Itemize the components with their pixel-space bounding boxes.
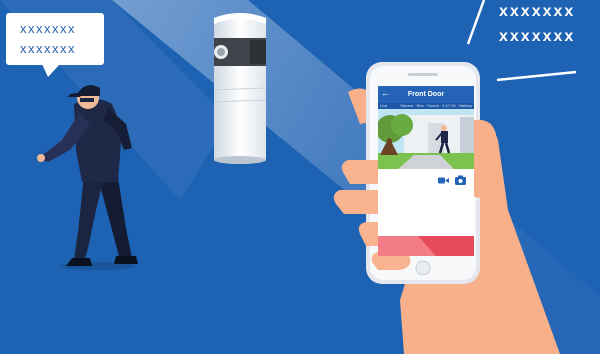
alert-bar[interactable]: [378, 236, 474, 256]
speech-bubble-line-2: xxxxxxx: [20, 41, 76, 56]
app-header: ← Front Door: [378, 86, 474, 103]
scene: xxxxxxx xxxxxxx xxxxxxx xxxxxxx ← Front …: [0, 0, 600, 354]
corner-text-line-1: xxxxxxx: [499, 3, 576, 20]
motion-sensor-device: [213, 13, 267, 164]
video-camera-icon[interactable]: [438, 172, 449, 190]
corner-underline: [496, 70, 577, 82]
corner-slash: [466, 0, 486, 45]
speech-bubble-line-1: xxxxxxx: [20, 21, 76, 36]
speech-bubble: xxxxxxx xxxxxxx: [6, 13, 104, 77]
corner-text-line-2: xxxxxxx: [499, 28, 576, 45]
app-title: Front Door: [407, 91, 445, 98]
camera-controls: [378, 169, 474, 185]
camera-feed[interactable]: [378, 109, 474, 169]
camera-icon[interactable]: [455, 172, 466, 190]
phone-screen: ← Front Door Live Stream · Rec · Sound ·…: [378, 86, 474, 256]
